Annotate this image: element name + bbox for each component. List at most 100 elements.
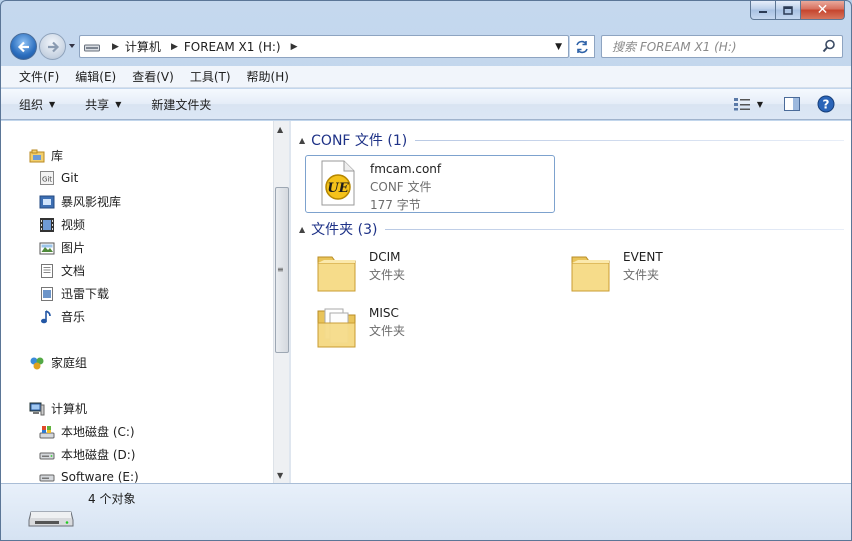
group-divider xyxy=(385,228,844,230)
caption-buttons: ✕ xyxy=(750,1,845,21)
view-options-icon[interactable] xyxy=(733,97,751,111)
breadcrumb-separator[interactable]: ▶ xyxy=(291,42,298,52)
help-icon[interactable]: ? xyxy=(817,95,835,113)
back-button[interactable] xyxy=(10,33,37,60)
svg-text:UE: UE xyxy=(327,181,349,196)
nav-drive-label: 本地磁盘 (D:) xyxy=(61,448,136,462)
folder-doc-icon xyxy=(313,303,361,351)
nav-library-videos[interactable]: 视频 xyxy=(39,216,85,233)
group-title: 文件夹 (3) xyxy=(311,222,378,238)
ultraedit-icon: UE xyxy=(314,159,362,207)
close-icon: ✕ xyxy=(816,2,829,18)
menu-file[interactable]: 文件(F) xyxy=(11,68,67,85)
nav-library-label: 迅雷下载 xyxy=(61,287,110,301)
navigation-pane: 库 Git Git 暴风影视库 视频 图片 文档 迅雷下载 音乐 家庭组 计算机… xyxy=(1,121,273,483)
collapse-chevron-icon[interactable]: ▲ xyxy=(299,136,305,145)
menu-edit[interactable]: 编辑(E) xyxy=(67,68,124,85)
address-history-dropdown[interactable]: ▼ xyxy=(555,42,562,52)
scroll-down-icon[interactable]: ▼ xyxy=(277,471,283,480)
menu-tools[interactable]: 工具(T) xyxy=(182,68,239,85)
nav-drive-c[interactable]: 本地磁盘 (C:) xyxy=(39,423,135,440)
homegroup-icon xyxy=(29,355,45,371)
recent-pages-dropdown[interactable] xyxy=(67,41,77,51)
nav-libraries[interactable]: 库 xyxy=(29,147,63,164)
folder-type: 文件夹 xyxy=(369,324,406,338)
forward-button[interactable] xyxy=(39,33,66,60)
nav-computer-label: 计算机 xyxy=(51,402,88,416)
file-type: CONF 文件 xyxy=(370,180,432,194)
organize-button[interactable]: 组织 ▼ xyxy=(19,96,55,113)
library-icon xyxy=(29,148,45,164)
folder-name: MISC xyxy=(369,306,399,320)
menu-view[interactable]: 查看(V) xyxy=(124,68,182,85)
nav-library-baofeng[interactable]: 暴风影视库 xyxy=(39,193,121,210)
folder-name: DCIM xyxy=(369,250,401,264)
nav-homegroup[interactable]: 家庭组 xyxy=(29,354,87,371)
scrollbar-grip: ≡ xyxy=(277,265,284,274)
group-divider xyxy=(415,139,844,141)
refresh-button[interactable] xyxy=(570,35,595,58)
back-arrow-icon xyxy=(17,41,29,52)
nav-drive-label: 本地磁盘 (C:) xyxy=(61,425,135,439)
chevron-down-icon: ▼ xyxy=(49,99,56,109)
search-input[interactable]: 搜索 FOREAM X1 (H:) xyxy=(601,35,843,58)
system-drive-icon xyxy=(39,424,55,440)
maximize-button[interactable] xyxy=(776,1,801,20)
folder-text: EVENT 文件夹 xyxy=(623,247,663,284)
folder-text: DCIM 文件夹 xyxy=(369,247,405,284)
folder-tile-misc[interactable]: MISC 文件夹 xyxy=(313,303,543,355)
breadcrumb-separator[interactable]: ▶ xyxy=(112,42,119,52)
svg-text:?: ? xyxy=(823,98,830,112)
view-dropdown-icon[interactable]: ▼ xyxy=(757,100,763,109)
folder-tile-dcim[interactable]: DCIM 文件夹 xyxy=(313,247,543,299)
nav-library-music[interactable]: 音乐 xyxy=(39,308,85,325)
nav-library-label: 文档 xyxy=(61,264,86,278)
nav-library-thunder[interactable]: 迅雷下载 xyxy=(39,285,109,302)
minimize-icon xyxy=(759,11,767,13)
search-placeholder: 搜索 FOREAM X1 (H:) xyxy=(612,40,737,54)
group-header-conf[interactable]: ▲ CONF 文件 (1) xyxy=(299,130,844,150)
minimize-button[interactable] xyxy=(750,1,776,20)
preview-pane-icon[interactable] xyxy=(783,96,801,112)
share-button[interactable]: 共享 ▼ xyxy=(85,96,121,113)
breadcrumb-computer[interactable]: 计算机 xyxy=(125,38,161,55)
explorer-window: ✕ ▶ 计算机 ▶ FOREAM X1 (H:) ▶ ▼ 搜索 FOREAM X… xyxy=(0,0,852,541)
video-library-icon xyxy=(39,194,55,210)
computer-icon xyxy=(29,401,45,417)
document-icon xyxy=(39,263,55,279)
nav-library-label: 暴风影视库 xyxy=(61,195,122,209)
picture-icon xyxy=(39,240,55,256)
nav-library-pictures[interactable]: 图片 xyxy=(39,239,85,256)
menu-help[interactable]: 帮助(H) xyxy=(239,68,297,85)
nav-library-label: 图片 xyxy=(61,241,86,255)
new-folder-button[interactable]: 新建文件夹 xyxy=(151,96,211,113)
toolbar-right: ▼ ? xyxy=(721,95,835,113)
group-header-folders[interactable]: ▲ 文件夹 (3) xyxy=(299,219,844,239)
nav-pane-scrollbar[interactable]: ▲ ≡ ▼ xyxy=(273,121,289,483)
search-icon[interactable] xyxy=(822,39,836,53)
address-bar[interactable]: ▶ 计算机 ▶ FOREAM X1 (H:) ▶ ▼ xyxy=(79,35,569,58)
folder-tile-event[interactable]: EVENT 文件夹 xyxy=(567,247,797,299)
nav-library-documents[interactable]: 文档 xyxy=(39,262,85,279)
nav-homegroup-label: 家庭组 xyxy=(51,356,88,370)
download-library-icon xyxy=(39,286,55,302)
nav-library-git[interactable]: Git Git xyxy=(39,170,78,186)
nav-libraries-label: 库 xyxy=(51,149,64,163)
nav-computer[interactable]: 计算机 xyxy=(29,400,87,417)
folder-icon xyxy=(313,247,361,295)
chevron-down-icon: ▼ xyxy=(115,99,122,109)
nav-drive-e[interactable]: Software (E:) xyxy=(39,469,139,483)
breadcrumb-separator[interactable]: ▶ xyxy=(171,42,178,52)
removable-drive-icon xyxy=(27,502,75,533)
scroll-up-icon[interactable]: ▲ xyxy=(277,125,283,134)
folder-text: MISC 文件夹 xyxy=(369,303,405,340)
nav-drive-d[interactable]: 本地磁盘 (D:) xyxy=(39,446,135,463)
music-note-icon xyxy=(39,309,55,325)
command-bar: 组织 ▼ 共享 ▼ 新建文件夹 ▼ ? xyxy=(1,89,851,120)
close-button[interactable]: ✕ xyxy=(801,1,845,20)
file-tile[interactable]: UE fmcam.conf CONF 文件 177 字节 xyxy=(305,155,555,213)
collapse-chevron-icon[interactable]: ▲ xyxy=(299,225,305,234)
breadcrumb-drive[interactable]: FOREAM X1 (H:) xyxy=(184,40,281,54)
content-pane: ▲ CONF 文件 (1) UE fmcam.conf CONF 文件 177 … xyxy=(291,121,851,483)
folder-type: 文件夹 xyxy=(623,268,660,282)
